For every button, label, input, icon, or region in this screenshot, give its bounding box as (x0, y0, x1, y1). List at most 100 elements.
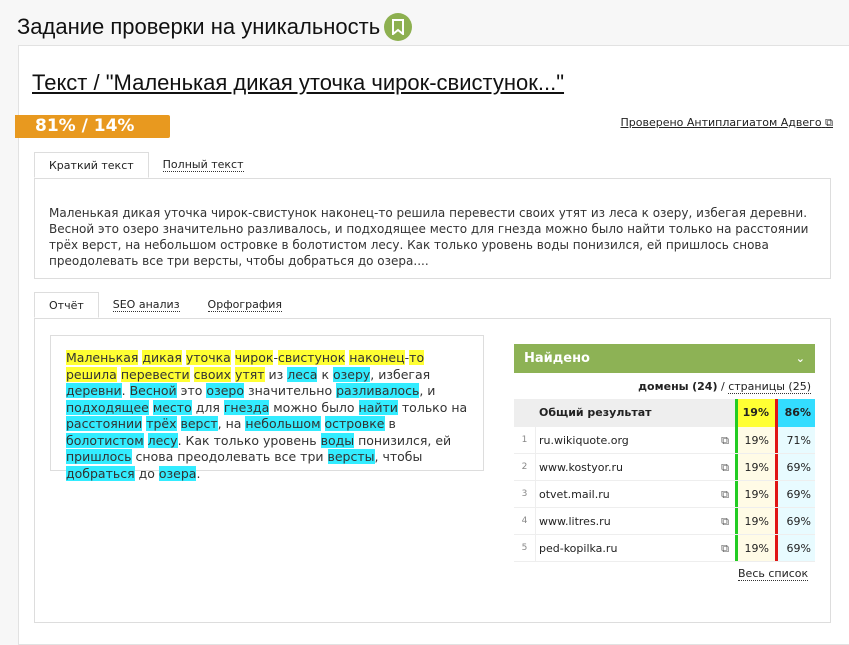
highlight-cyan: верст (180, 416, 218, 431)
percent-1: 19% (735, 535, 775, 561)
text-segment: в (384, 416, 396, 431)
percent-2: 69% (775, 454, 815, 480)
table-row: 3 otvet.mail.ru ⧉ 19% 69% (514, 481, 815, 508)
tab-full-text[interactable]: Полный текст (149, 152, 258, 178)
tab-spelling[interactable]: Орфография (194, 292, 296, 318)
table-row: 4 www.litres.ru ⧉ 19% 69% (514, 508, 815, 535)
external-link-icon[interactable]: ⧉ (721, 481, 729, 508)
highlight-cyan: болотистом (66, 432, 144, 448)
found-title: Найдено (524, 351, 590, 366)
text-segment: . (196, 465, 201, 481)
domains-label: домены (638, 380, 689, 393)
total-p1: 19% (735, 399, 775, 427)
row-number: 1 (514, 427, 536, 453)
text-segment: , избегая (370, 366, 431, 382)
domain-cell: ru.wikiquote.org ⧉ (536, 427, 735, 453)
percent-2: 71% (775, 427, 815, 453)
highlight-cyan: добраться (66, 465, 135, 481)
domain-name: ped-kopilka.ru (539, 542, 618, 555)
domain-name: ru.wikiquote.org (539, 434, 629, 447)
percent-2: 69% (775, 535, 815, 561)
highlight-cyan: воды (320, 432, 355, 448)
highlight-cyan: разливалось (336, 383, 420, 398)
highlight-yellow: своих (193, 366, 232, 382)
highlight-cyan: озеру (332, 366, 371, 382)
highlight-yellow: чирок (234, 350, 274, 365)
domain-name: www.litres.ru (539, 515, 611, 528)
text-segment: к (317, 366, 333, 382)
text-segment: . (121, 383, 130, 398)
highlight-yellow: наконец (349, 350, 405, 365)
tab-short-text[interactable]: Краткий текст (34, 152, 149, 178)
full-list-link[interactable]: Весь список (738, 567, 809, 581)
row-number: 5 (514, 535, 536, 561)
highlight-cyan: Весной (129, 383, 177, 398)
external-link-icon[interactable]: ⧉ (721, 535, 729, 562)
highlight-yellow: утят (235, 366, 265, 382)
text-segment: , чтобы (374, 449, 423, 464)
external-link-icon[interactable]: ⧉ (721, 454, 729, 481)
domain-cell: ped-kopilka.ru ⧉ (536, 535, 735, 561)
highlight-cyan: подходящее (66, 399, 149, 415)
highlight-cyan: место (152, 399, 192, 415)
checked-by-text: Проверено Антиплагиатом Адвего (620, 116, 822, 129)
found-header[interactable]: Найдено ⌄ (514, 344, 815, 373)
text-segment: можно было (269, 399, 359, 415)
summary-text: Маленькая дикая уточка чирок-свистунок н… (34, 178, 831, 279)
tab-label: Отчёт (49, 299, 84, 312)
highlight-cyan: островке (324, 416, 385, 431)
domain-cell: www.litres.ru ⧉ (536, 508, 735, 534)
total-p2: 86% (775, 399, 815, 427)
highlight-cyan: лесу (147, 432, 178, 448)
highlight-yellow: уточка (185, 350, 231, 365)
highlight-yellow: Маленькая (66, 350, 139, 365)
results-table: Общий результат 19% 86% 1 ru.wikiquote.org ⧉… (514, 399, 815, 562)
highlight-yellow: свистунок (277, 350, 346, 365)
tab-label: Краткий текст (49, 159, 134, 172)
tab-report[interactable]: Отчёт (34, 292, 99, 318)
tab-seo[interactable]: SEO анализ (99, 292, 194, 318)
percent-1: 19% (735, 427, 775, 453)
percent-1: 19% (735, 481, 775, 507)
tab-label: SEO анализ (112, 298, 180, 312)
text-heading-link[interactable]: Текст / "Маленькая дикая уточка чирок-св… (32, 70, 564, 96)
text-segment: это (176, 383, 207, 398)
text-segment: только на (397, 399, 468, 415)
checked-by-link[interactable]: Проверено Антиплагиатом Адвего ⧉ (621, 116, 834, 130)
highlight-cyan: деревни (66, 383, 122, 398)
total-label: Общий результат (539, 406, 652, 419)
percent-2: 69% (775, 508, 815, 534)
percent-1: 19% (735, 508, 775, 534)
found-counts: домены (24) / страницы (25) (514, 380, 811, 394)
highlight-cyan: пришлось (66, 449, 132, 464)
highlight-yellow: дикая (142, 350, 182, 365)
highlight-yellow: решила (66, 366, 117, 382)
table-row: 1 ru.wikiquote.org ⧉ 19% 71% (514, 427, 815, 454)
report-tabs: Отчёт SEO анализ Орфография (34, 292, 296, 318)
page-title-text: Задание проверки на уникальность (17, 14, 381, 39)
table-row: 5 ped-kopilka.ru ⧉ 19% 69% (514, 535, 815, 562)
highlight-cyan: леса (287, 366, 318, 382)
highlight-cyan: озера (158, 465, 197, 481)
domain-cell: otvet.mail.ru ⧉ (536, 481, 735, 507)
external-link-icon: ⧉ (825, 116, 833, 129)
percent-2: 69% (775, 481, 815, 507)
row-number: 3 (514, 481, 536, 507)
external-link-icon[interactable]: ⧉ (721, 508, 729, 535)
highlight-cyan: найти (358, 399, 398, 415)
tab-label: Полный текст (162, 158, 244, 172)
highlight-cyan: трёх (146, 416, 177, 431)
external-link-icon[interactable]: ⧉ (721, 427, 729, 454)
text-segment (177, 416, 181, 431)
highlight-cyan: расстоянии (66, 416, 143, 431)
text-segment: , и (419, 383, 436, 398)
row-number: 2 (514, 454, 536, 480)
pages-link[interactable]: страницы (25) (728, 380, 811, 394)
row-number: 4 (514, 508, 536, 534)
text-segment: понизился, ей (354, 432, 452, 448)
text-segment: из (264, 366, 288, 382)
bookmark-icon[interactable] (384, 13, 413, 41)
table-row: 2 www.kostyor.ru ⧉ 19% 69% (514, 454, 815, 481)
percent-1: 19% (735, 454, 775, 480)
chevron-down-icon[interactable]: ⌄ (796, 344, 805, 373)
